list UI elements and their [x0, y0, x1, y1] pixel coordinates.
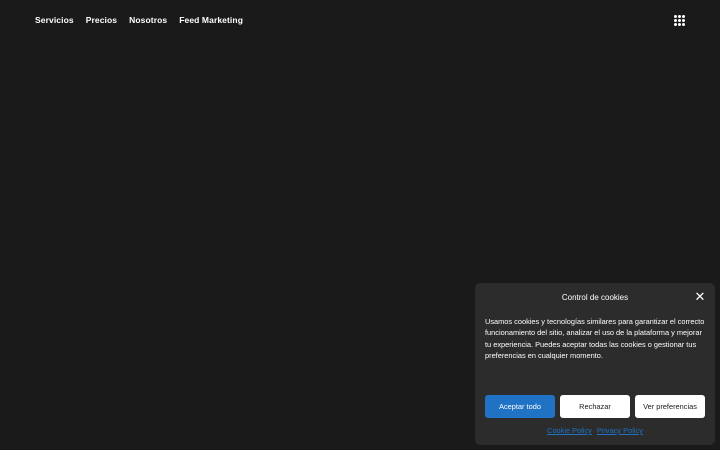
grid-dot	[674, 23, 677, 26]
cookie-panel-title: Control de cookies	[561, 293, 629, 302]
cookie-policy-link[interactable]: Cookie Policy	[547, 425, 592, 436]
nav-item-servicios[interactable]: Servicios	[35, 15, 74, 26]
cookie-consent-panel: Control de cookies ✕ Usamos cookies y te…	[475, 283, 715, 445]
cookie-message: Usamos cookies y tecnologías similares p…	[485, 317, 705, 360]
cookie-button-row: Aceptar todo Rechazar Ver preferencias	[485, 395, 705, 418]
top-navigation: Servicios Precios Nosotros Feed Marketin…	[35, 15, 243, 26]
nav-item-precios[interactable]: Precios	[86, 15, 117, 26]
view-preferences-button[interactable]: Ver preferencias	[635, 395, 705, 418]
privacy-policy-link[interactable]: Privacy Policy	[597, 425, 643, 436]
grid-dot	[682, 23, 685, 26]
cookie-policy-links: Cookie Policy Privacy Policy	[475, 425, 715, 436]
grid-icon[interactable]	[674, 15, 685, 26]
close-icon[interactable]: ✕	[694, 290, 706, 303]
grid-dot	[674, 19, 677, 22]
accept-all-button[interactable]: Aceptar todo	[485, 395, 555, 418]
grid-dot	[682, 19, 685, 22]
page: Servicios Precios Nosotros Feed Marketin…	[0, 0, 720, 450]
grid-dot	[678, 19, 681, 22]
grid-dot	[682, 15, 685, 18]
grid-dot	[674, 15, 677, 18]
nav-item-feed-marketing[interactable]: Feed Marketing	[179, 15, 243, 26]
grid-dot	[678, 23, 681, 26]
grid-dot	[678, 15, 681, 18]
nav-item-nosotros[interactable]: Nosotros	[129, 15, 167, 26]
reject-button[interactable]: Rechazar	[560, 395, 630, 418]
